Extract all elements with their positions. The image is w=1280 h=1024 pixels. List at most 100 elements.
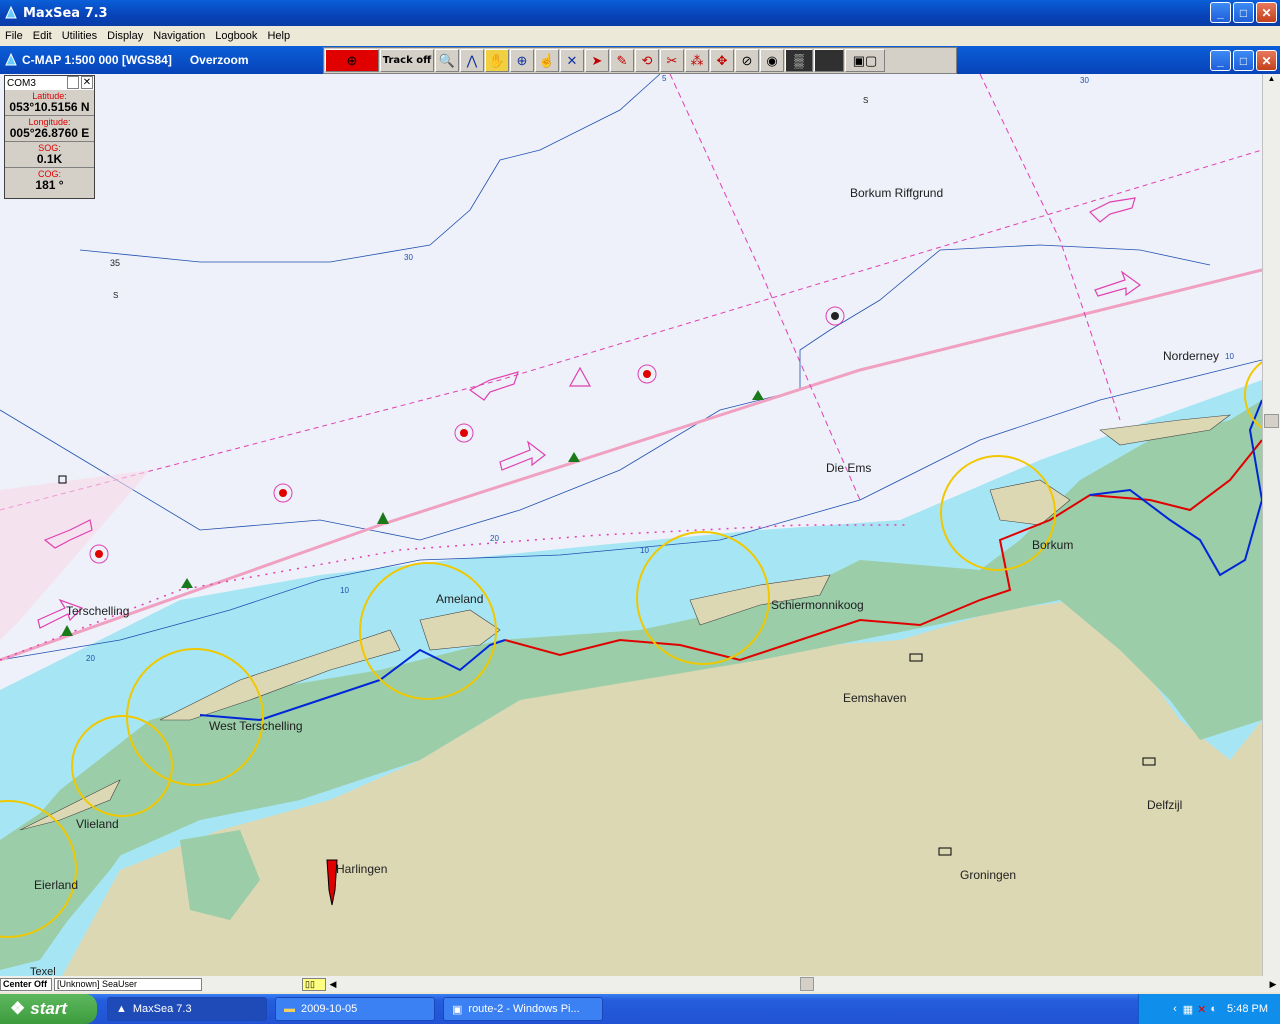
app-titlebar: MaxSea 7.3 _ □ ✕ [0,0,1280,26]
sog-value: 0.1K [36,152,63,166]
traffic-direction-arrow [468,371,519,401]
horizontal-scroll-thumb[interactable] [800,977,814,991]
label-norderney: Norderney [1163,349,1220,363]
lock-icon[interactable]: ▯▯ [302,977,326,991]
maxsea-task-icon: ▲ [116,1003,127,1015]
nav-info-panel[interactable]: COM3 ✕ Latitude: 053°10.5156 N Longitude… [4,75,95,199]
menu-file[interactable]: File [0,30,28,42]
label-depth-20-b: 20 [86,654,95,663]
night-mode-icon[interactable]: ▒ [785,49,813,72]
task-maxsea[interactable]: ▲ MaxSea 7.3 [107,997,267,1021]
chart-maximize-button[interactable]: □ [1233,50,1254,71]
label-eemshaven: Eemshaven [843,691,907,705]
arrow-cursor-icon[interactable]: ➤ [585,49,609,72]
pencil-icon[interactable]: ✎ [610,49,634,72]
green-buoy-icon [568,452,580,462]
depth-contour-30 [79,74,661,263]
system-tray: ‹ ▦ ✕ ◐ 5:48 PM [1138,994,1280,1024]
panel-minimize-button[interactable] [67,76,79,89]
label-texel: Texel [30,966,56,976]
panel-close-button[interactable]: ✕ [81,76,93,89]
label-depth-20: 20 [490,534,499,543]
menu-utilities[interactable]: Utilities [57,30,102,42]
color-swatch-icon[interactable] [814,49,844,72]
task-label: MaxSea 7.3 [132,1003,192,1015]
task-folder[interactable]: ▬ 2009-10-05 [275,997,435,1021]
network-error-icon[interactable]: ✕ [1197,1003,1206,1016]
compass-icon[interactable]: ⋀ [460,49,484,72]
green-buoy-icon [377,512,389,524]
scroll-left-icon[interactable]: ◀ [326,979,340,990]
chart-toolbar: ⊕ Track off 🔍 ⋀ ✋ ⊕ ☝ ✕ ➤ ✎ ⟲ ✂ ⁂ ✥ ⊘ ◉ … [323,47,957,74]
track-toggle-button[interactable]: Track off [380,49,434,72]
label-depth-30: 30 [404,253,413,262]
center-status[interactable]: Center Off [0,977,52,991]
chart-window-title: C-MAP 1:500 000 [WGS84] [22,53,172,67]
menu-display[interactable]: Display [102,30,148,42]
label-depth-35: 35 [110,258,121,268]
menu-logbook[interactable]: Logbook [210,30,262,42]
close-button[interactable]: ✕ [1256,2,1277,23]
hand-pan-icon[interactable]: ✋ [485,49,509,72]
cog-field: COG: 181 ° [5,168,94,193]
route-icon[interactable]: ⟲ [635,49,659,72]
vertical-scroll-thumb[interactable] [1264,414,1279,428]
vertical-scrollbar[interactable]: ▲ [1262,74,1280,976]
network-icon[interactable]: ▦ [1183,1003,1193,1016]
chart-graphics [0,74,1262,976]
tray-arrow-icon[interactable]: ‹ [1173,1003,1177,1015]
scissors-icon[interactable]: ✂ [660,49,684,72]
crosshair-icon[interactable]: ⊕ [510,49,534,72]
menu-navigation[interactable]: Navigation [148,30,210,42]
minimize-button[interactable]: _ [1210,2,1231,23]
maxsea-app-icon [5,6,17,19]
port-label: COM3 [7,77,36,89]
menu-help[interactable]: Help [262,30,295,42]
label-harlingen: Harlingen [336,862,388,876]
maximize-button[interactable]: □ [1233,2,1254,23]
label-depth-10: 10 [640,546,649,555]
folder-icon: ▬ [284,1003,295,1015]
scroll-right-icon[interactable]: ▶ [1266,979,1280,990]
zoom-state: Overzoom [189,53,249,67]
volume-icon[interactable]: ◐ [1210,1003,1217,1015]
measure-icon[interactable]: ✕ [560,49,584,72]
target-icon: ⊕ [346,52,358,68]
label-vlieland: Vlieland [76,817,119,831]
target-circle-icon[interactable]: ◉ [760,49,784,72]
waypoints-icon[interactable]: ⁂ [685,49,709,72]
zoom-icon[interactable]: 🔍 [435,49,459,72]
chart-minimize-button[interactable]: _ [1210,50,1231,71]
picture-viewer-icon: ▣ [452,1003,463,1016]
mob-button[interactable]: ⊕ [325,49,379,72]
horizontal-track[interactable] [340,977,1266,991]
start-button[interactable]: ❖ start [0,994,97,1024]
green-buoy-icon [752,390,764,400]
pointer-hand-icon[interactable]: ☝ [535,49,559,72]
green-buoy-icon [61,625,73,636]
nav-info-header: COM3 ✕ [5,76,94,90]
nautical-chart[interactable]: Borkum Riffgrund Norderney Die Ems Borku… [0,74,1262,976]
app-title: MaxSea 7.3 [23,5,108,21]
label-depth-5: 5 [662,74,667,83]
chart-close-button[interactable]: ✕ [1256,50,1277,71]
task-picture-viewer[interactable]: ▣ route-2 - Windows Pi... [443,997,603,1021]
label-depth-10-c: 10 [1225,352,1234,361]
menu-edit[interactable]: Edit [28,30,57,42]
green-buoy-icon [181,578,193,588]
label-depth-30-b: 30 [1080,76,1089,85]
window-layout-icon[interactable]: ▣▢ [845,49,885,72]
sog-field: SOG: 0.1K [5,142,94,168]
label-schiermonnikoog: Schiermonnikoog [771,598,864,612]
warning-triangle-icon [568,366,592,387]
move-icon[interactable]: ✥ [710,49,734,72]
label-ameland: Ameland [436,592,484,606]
no-entry-icon[interactable]: ⊘ [735,49,759,72]
label-borkum: Borkum [1032,538,1074,552]
longitude-field: Longitude: 005°26.8760 E [5,116,94,142]
cog-value: 181 ° [35,178,64,192]
scroll-up-icon[interactable]: ▲ [1263,74,1280,90]
label-sounding: S [863,96,869,105]
user-status: [Unknown] SeaUser [54,977,202,991]
horizontal-scrollbar[interactable]: Center Off [Unknown] SeaUser ▯▯ ◀ ▶ [0,976,1280,992]
